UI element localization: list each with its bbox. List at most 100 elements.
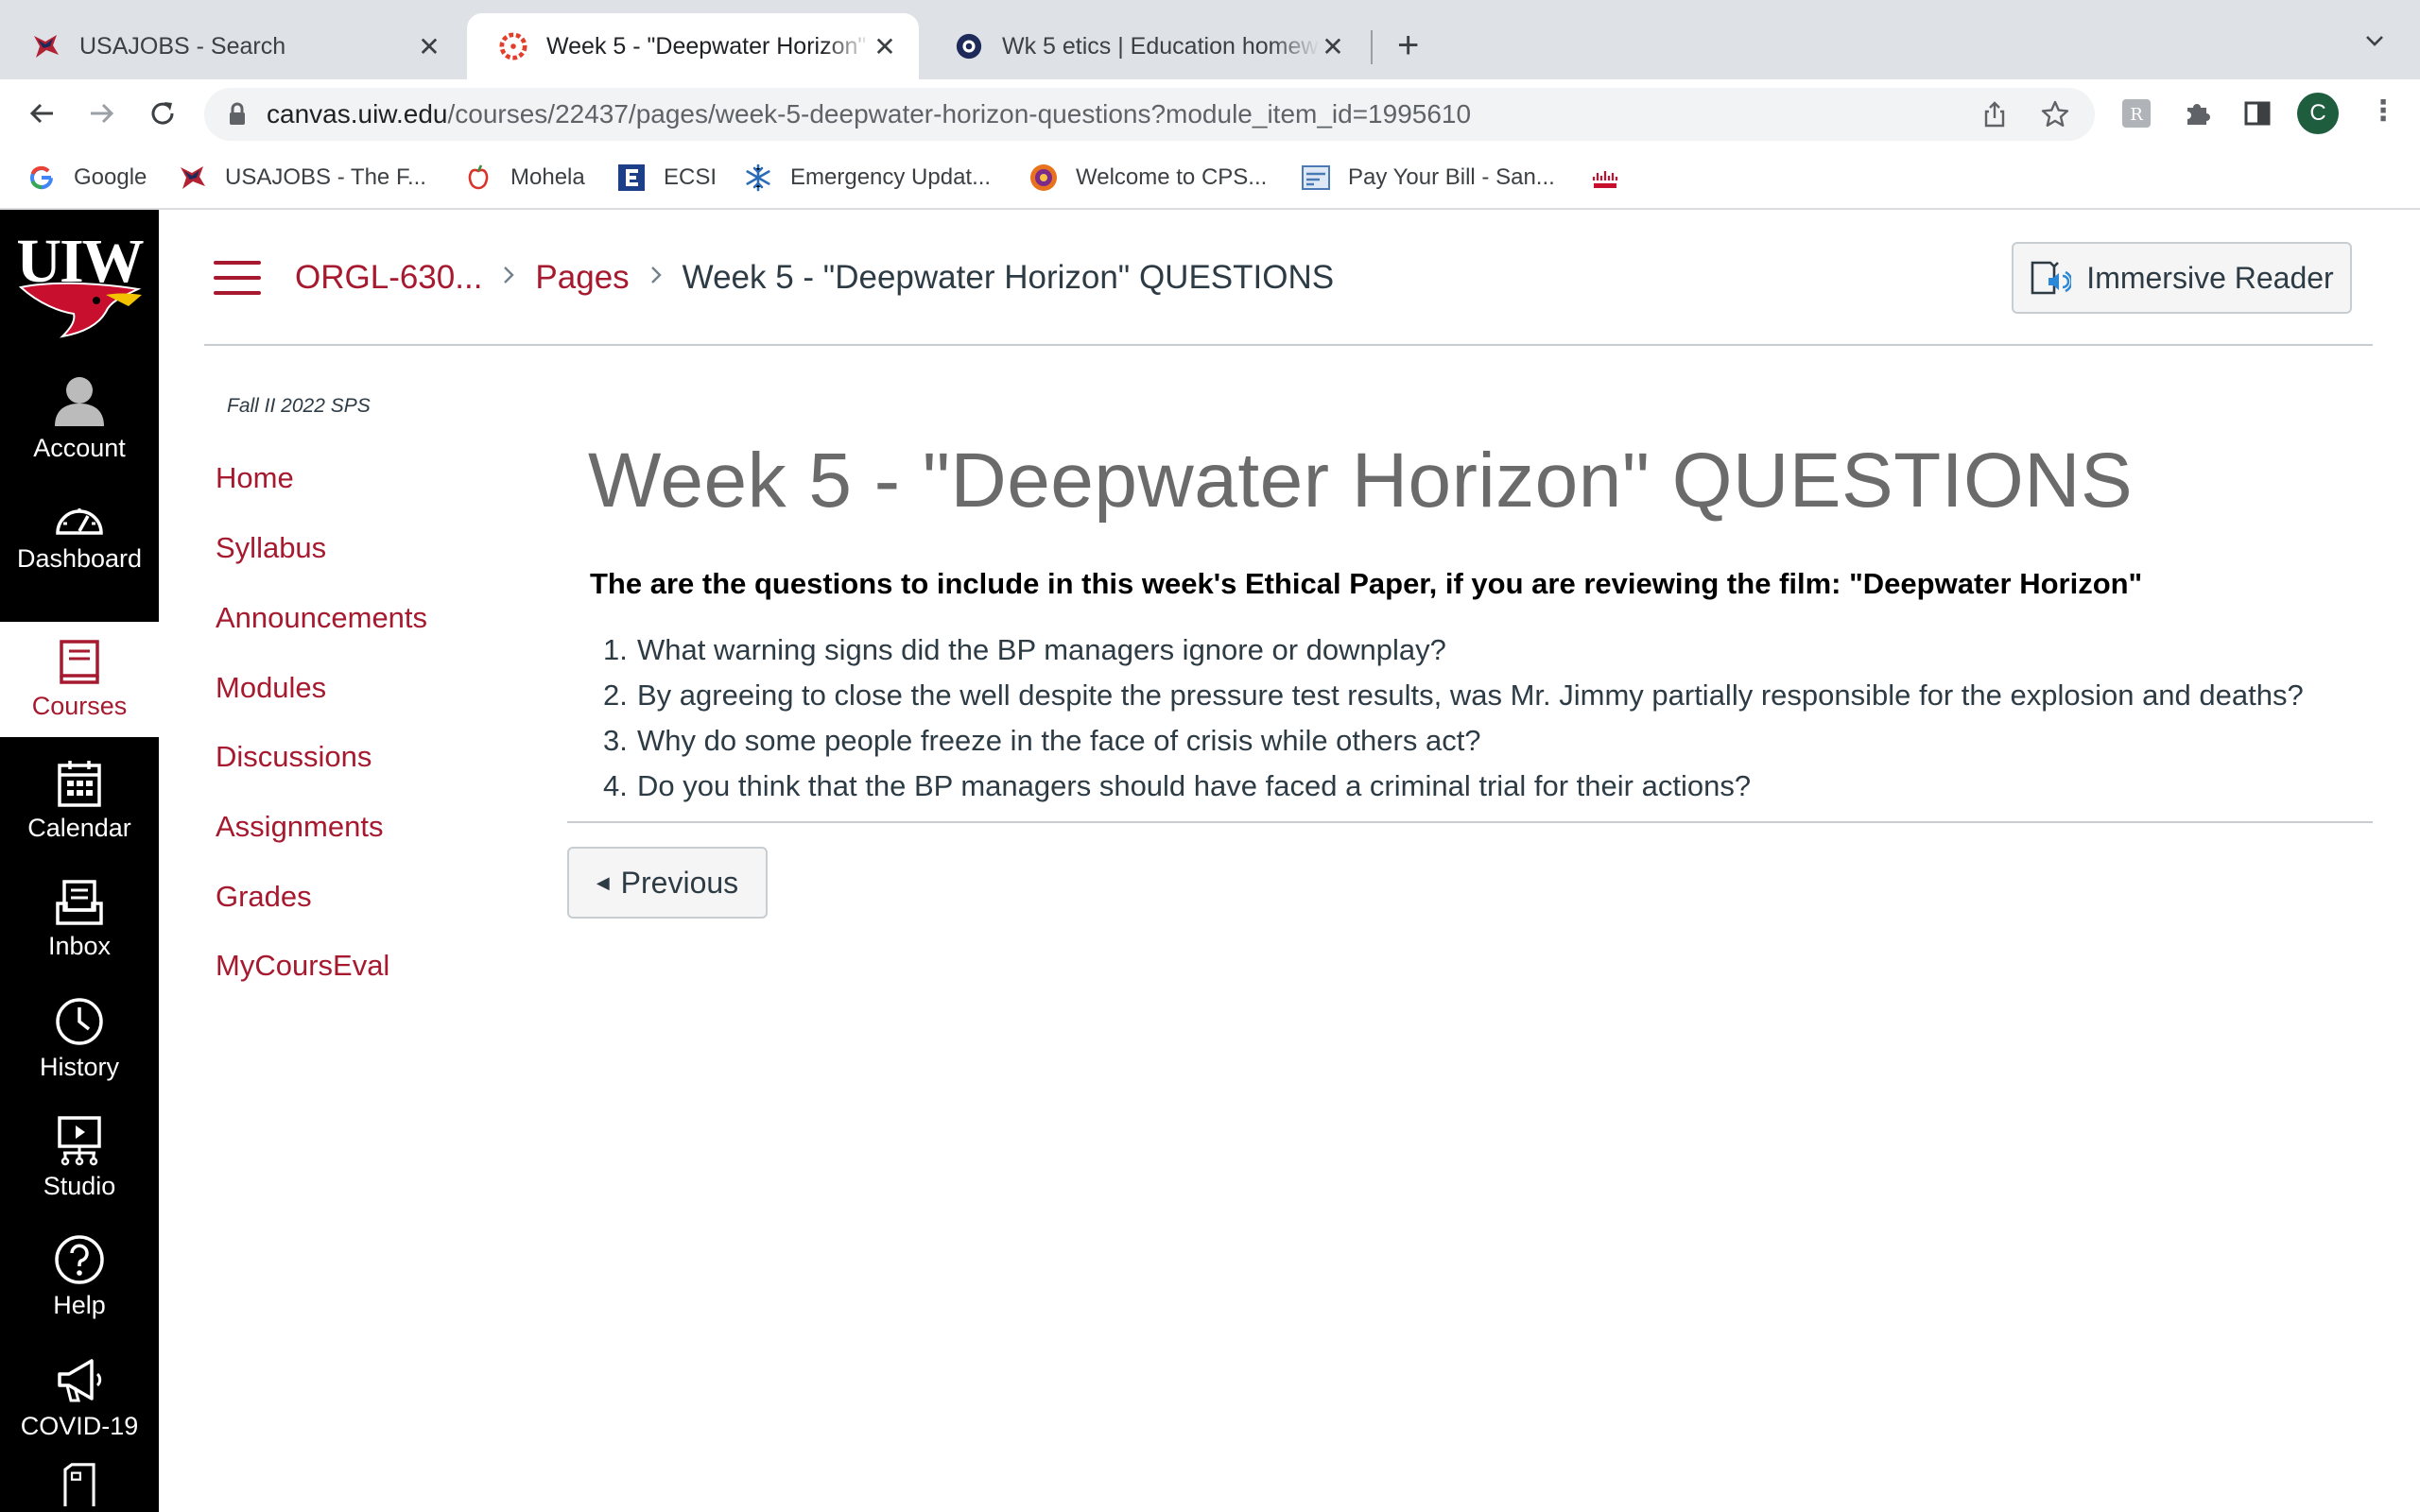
global-nav-more[interactable]	[0, 1463, 159, 1512]
course-nav-assignments[interactable]: Assignments	[216, 810, 383, 844]
page-title: Week 5 - "Deepwater Horizon" QUESTIONS	[588, 438, 2134, 524]
dashboard-icon	[56, 507, 103, 535]
mohela-icon	[463, 163, 493, 193]
bookmark-label: Emergency Updat...	[790, 164, 992, 190]
bookmark-label: Pay Your Bill - San...	[1348, 164, 1555, 190]
extension-icon[interactable]: R	[2118, 94, 2155, 132]
canvas-icon	[499, 32, 527, 60]
bookmark-label: USAJOBS - The F...	[225, 164, 426, 190]
question-text: By agreeing to close the well despite th…	[637, 679, 2304, 712]
breadcrumb-course[interactable]: ORGL-630...	[295, 259, 482, 297]
url-path: /courses/22437/pages/week-5-deepwater-ho…	[447, 99, 1472, 129]
bookmark-usajobs[interactable]: USAJOBS - The F...	[178, 161, 426, 195]
tab-canvas-week5[interactable]: Week 5 - "Deepwater Horizon" QUESTIONS ✕	[467, 13, 919, 79]
global-nav-history[interactable]: History	[0, 981, 159, 1096]
address-bar[interactable]: canvas.uiw.edu/courses/22437/pages/week-…	[204, 88, 2095, 141]
question-number: 4.	[603, 769, 628, 802]
course-menu-toggle[interactable]	[214, 261, 261, 295]
side-panel-icon[interactable]	[2238, 94, 2276, 132]
question-text: Why do some people freeze in the face of…	[637, 724, 1481, 757]
courses-icon	[60, 639, 99, 684]
question-text: Do you think that the BP managers should…	[637, 769, 1752, 802]
bookmark-emergency[interactable]: Emergency Updat...	[743, 161, 991, 195]
tab-search-button[interactable]	[2363, 28, 2386, 59]
question-number: 1.	[603, 633, 628, 666]
bookmark-mohela[interactable]: Mohela	[463, 161, 585, 195]
bookmark-google[interactable]: Google	[26, 161, 147, 195]
close-tab-icon[interactable]: ✕	[416, 31, 442, 62]
tab-title: Wk 5 etics | Education homework	[1002, 32, 1320, 60]
question-number: 3.	[603, 724, 628, 757]
course-term: Fall II 2022 SPS	[227, 395, 371, 417]
immersive-reader-button[interactable]: Immersive Reader	[2012, 242, 2352, 314]
questions-list: 1. What warning signs did the BP managers…	[603, 627, 2304, 809]
global-nav-label: Dashboard	[16, 543, 143, 573]
global-nav-label: Studio	[43, 1171, 116, 1200]
global-nav-calendar[interactable]: Calendar	[0, 743, 159, 858]
global-nav-label: Help	[53, 1290, 106, 1319]
course-nav-home[interactable]: Home	[216, 461, 294, 495]
bill-icon	[1301, 163, 1331, 193]
help-icon	[55, 1234, 104, 1284]
course-nav-discussions[interactable]: Discussions	[216, 740, 372, 774]
uiw-logo[interactable]: UIW	[0, 227, 159, 340]
previous-label: Previous	[620, 865, 739, 900]
chevron-right-icon	[648, 264, 664, 293]
bookmark-ecsi[interactable]: ECSI	[616, 161, 717, 195]
global-nav-studio[interactable]: Studio	[0, 1100, 159, 1215]
bookmark-cisco[interactable]	[1590, 161, 1637, 195]
global-nav-account[interactable]: Account	[0, 359, 159, 474]
extensions-puzzle-icon[interactable]	[2178, 94, 2216, 132]
global-nav-label: Account	[33, 433, 126, 462]
bookmark-label: Mohela	[510, 164, 585, 190]
question-text: What warning signs did the BP managers i…	[637, 633, 1446, 666]
global-nav-courses[interactable]: Courses	[0, 622, 159, 737]
breadcrumb-pages[interactable]: Pages	[535, 259, 629, 297]
global-nav-label: COVID-19	[20, 1411, 139, 1440]
course-nav-grades[interactable]: Grades	[216, 880, 312, 914]
question-item: 4. Do you think that the BP managers shou…	[603, 764, 2304, 809]
share-icon[interactable]	[1976, 95, 2014, 133]
google-icon	[26, 163, 57, 193]
lock-icon[interactable]	[223, 100, 251, 129]
header-divider	[204, 344, 2373, 346]
document-icon	[63, 1463, 95, 1506]
content-divider	[567, 821, 2373, 823]
studio-icon	[58, 1115, 101, 1165]
close-tab-icon[interactable]: ✕	[1320, 31, 1346, 62]
tab-homework[interactable]: Wk 5 etics | Education homework ✕	[923, 13, 1367, 79]
global-nav-label: Calendar	[27, 813, 131, 842]
profile-avatar[interactable]: C	[2297, 93, 2339, 134]
snowflake-icon	[743, 163, 773, 193]
browser-menu-icon[interactable]: ⋮	[2369, 94, 2397, 128]
global-nav-covid19[interactable]: COVID-19	[0, 1340, 159, 1455]
browser-toolbar: canvas.uiw.edu/courses/22437/pages/week-…	[0, 79, 2420, 147]
global-nav-label: Inbox	[47, 931, 112, 960]
course-nav-modules[interactable]: Modules	[216, 671, 326, 705]
global-nav-inbox[interactable]: Inbox	[0, 862, 159, 977]
history-icon	[56, 997, 103, 1045]
bookmark-cps[interactable]: Welcome to CPS...	[1028, 161, 1267, 195]
bookmark-star-icon[interactable]	[2036, 95, 2074, 133]
bookmark-pay-bill[interactable]: Pay Your Bill - San...	[1301, 161, 1555, 195]
url-host: canvas.uiw.edu	[267, 99, 448, 129]
global-nav-help[interactable]: Help	[0, 1219, 159, 1334]
breadcrumb-current: Week 5 - "Deepwater Horizon" QUESTIONS	[682, 259, 1335, 296]
back-button[interactable]	[21, 93, 62, 134]
global-nav-dashboard[interactable]: Dashboard	[0, 478, 159, 593]
previous-button[interactable]: ◀ Previous	[567, 847, 768, 919]
question-item: 2. By agreeing to close the well despite …	[603, 673, 2304, 718]
course-nav-syllabus[interactable]: Syllabus	[216, 531, 326, 565]
bookmarks-bar: Google USAJOBS - The F... Mohela ECSI Em…	[0, 147, 2420, 210]
close-tab-icon[interactable]: ✕	[872, 31, 898, 62]
course-nav-announcements[interactable]: Announcements	[216, 601, 427, 635]
new-tab-button[interactable]: +	[1397, 26, 1419, 64]
course-nav-mycourseval[interactable]: MyCoursEval	[216, 949, 389, 983]
ecsi-icon	[616, 163, 647, 193]
tab-usajobs[interactable]: USAJOBS - Search ✕	[0, 13, 463, 79]
forward-button[interactable]	[81, 93, 123, 134]
tab-title: Week 5 - "Deepwater Horizon" QUESTIONS	[546, 32, 872, 60]
inbox-icon	[56, 879, 103, 925]
reload-button[interactable]	[142, 93, 183, 134]
usajobs-eagle-icon	[178, 163, 208, 193]
